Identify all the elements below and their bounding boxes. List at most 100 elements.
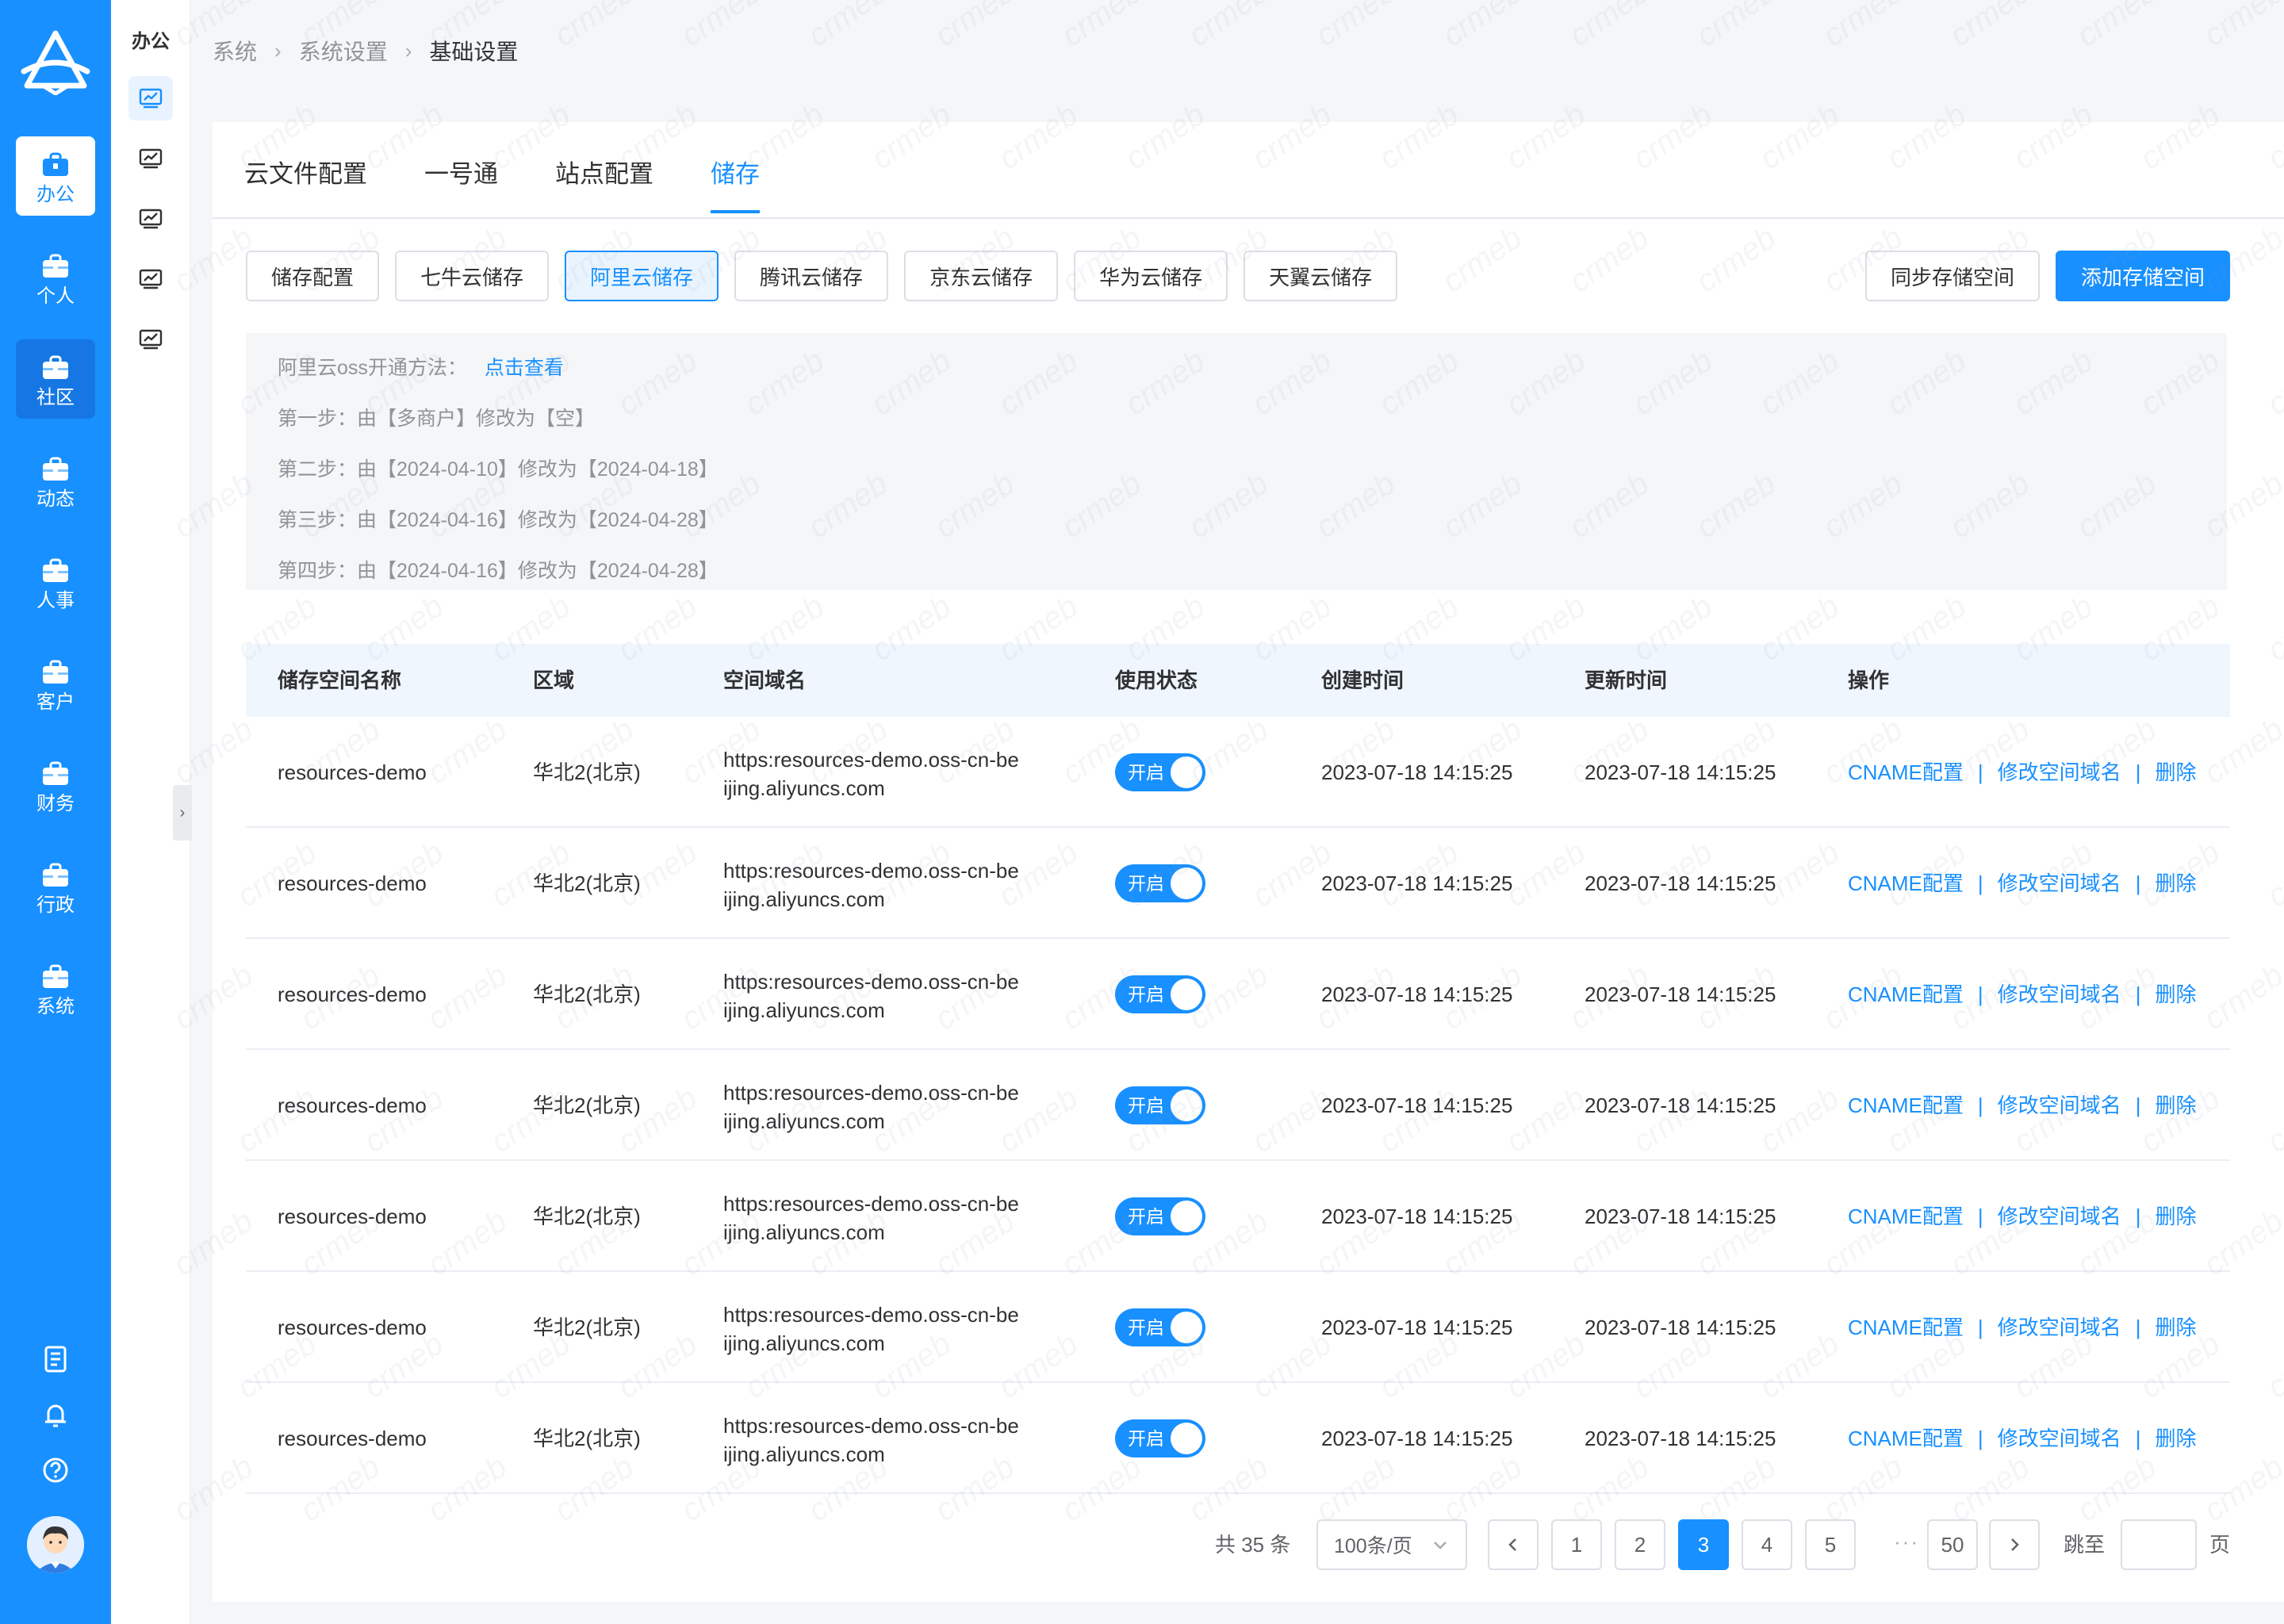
storage-provider-tab[interactable]: 华为云储存 bbox=[1074, 251, 1228, 301]
subnav-item[interactable] bbox=[128, 76, 173, 121]
breadcrumb-item[interactable]: 系统 bbox=[213, 35, 257, 67]
edit-domain-link[interactable]: 修改空间域名 bbox=[1998, 717, 2121, 828]
subnav-item[interactable] bbox=[128, 257, 173, 301]
sidebar-item[interactable]: 系统 bbox=[16, 948, 95, 1028]
help-icon[interactable] bbox=[41, 1456, 70, 1484]
column-header: 操作 bbox=[1848, 668, 1890, 692]
log-icon[interactable] bbox=[41, 1345, 70, 1373]
delete-link[interactable]: 删除 bbox=[2155, 939, 2196, 1050]
edit-domain-link[interactable]: 修改空间域名 bbox=[1998, 828, 2121, 939]
status-toggle[interactable]: 开启 bbox=[1115, 975, 1205, 1013]
storage-provider-tab[interactable]: 储存配置 bbox=[246, 251, 380, 301]
watermark-text: crmeb bbox=[2198, 0, 2284, 53]
table-row: resources-demo 华北2(北京) https:resources-dem… bbox=[246, 939, 2230, 1050]
storage-provider-tab[interactable]: 京东云储存 bbox=[904, 251, 1059, 301]
page-button[interactable]: 4 bbox=[1742, 1519, 1792, 1570]
page-button[interactable]: 1 bbox=[1551, 1519, 1602, 1570]
sidebar-item[interactable]: 人事 bbox=[16, 542, 95, 622]
sidebar-item-label: 人事 bbox=[36, 590, 75, 611]
bucket-name: resources-demo bbox=[278, 1316, 427, 1339]
page-button[interactable]: 2 bbox=[1615, 1519, 1665, 1570]
subnav-item[interactable] bbox=[128, 317, 173, 362]
delete-link[interactable]: 删除 bbox=[2155, 1272, 2196, 1383]
bucket-domain: https:resources-demo.oss-cn-be ijing.aliy… bbox=[723, 967, 1072, 1025]
page-button[interactable]: 50 bbox=[1927, 1519, 1978, 1570]
bucket-name: resources-demo bbox=[278, 1427, 427, 1450]
tip-step: 第二步：由【2024-04-10】修改为【2024-04-18】 bbox=[278, 458, 719, 481]
delete-link[interactable]: 删除 bbox=[2155, 1383, 2196, 1494]
edit-domain-link[interactable]: 修改空间域名 bbox=[1998, 1050, 2121, 1161]
bucket-domain: https:resources-demo.oss-cn-be ijing.aliy… bbox=[723, 1078, 1072, 1136]
bucket-domain-line: ijing.aliyuncs.com bbox=[723, 776, 885, 800]
toggle-knob bbox=[1171, 1201, 1202, 1232]
created-time: 2023-07-18 14:15:25 bbox=[1321, 1205, 1513, 1228]
bucket-region: 华北2(北京) bbox=[533, 871, 641, 895]
watermark-text: crmeb bbox=[1944, 0, 2036, 53]
jump-page-input[interactable] bbox=[2121, 1519, 2197, 1570]
tab[interactable]: 云文件配置 bbox=[244, 154, 367, 213]
page-button[interactable]: 3 bbox=[1678, 1519, 1729, 1570]
cname-config-link[interactable]: CNAME配置 bbox=[1848, 1050, 1964, 1161]
storage-provider-tab[interactable]: 腾讯云储存 bbox=[734, 251, 889, 301]
sidebar-item-label: 社区 bbox=[36, 387, 75, 408]
status-toggle[interactable]: 开启 bbox=[1115, 1197, 1205, 1235]
tab[interactable]: 站点配置 bbox=[555, 154, 653, 213]
action-separator: | bbox=[2135, 1427, 2141, 1450]
sidebar-item[interactable]: 客户 bbox=[16, 644, 95, 723]
storage-provider-tab[interactable]: 七牛云储存 bbox=[395, 251, 550, 301]
status-toggle[interactable]: 开启 bbox=[1115, 1419, 1205, 1457]
cname-config-link[interactable]: CNAME配置 bbox=[1848, 1272, 1964, 1383]
edit-domain-link[interactable]: 修改空间域名 bbox=[1998, 1272, 2121, 1383]
cname-config-link[interactable]: CNAME配置 bbox=[1848, 1383, 1964, 1494]
status-toggle[interactable]: 开启 bbox=[1115, 1308, 1205, 1346]
page-button[interactable]: 5 bbox=[1805, 1519, 1856, 1570]
storage-provider-tab[interactable]: 天翼云储存 bbox=[1244, 251, 1398, 301]
row-actions: CNAME配置 | 修改空间域名 | 删除 bbox=[1848, 1050, 2196, 1161]
column-header: 使用状态 bbox=[1115, 668, 1198, 692]
cname-config-link[interactable]: CNAME配置 bbox=[1848, 828, 1964, 939]
bucket-domain-line: https:resources-demo.oss-cn-be bbox=[723, 1081, 1019, 1105]
status-toggle[interactable]: 开启 bbox=[1115, 1086, 1205, 1124]
edit-domain-link[interactable]: 修改空间域名 bbox=[1998, 939, 2121, 1050]
add-storage-button[interactable]: 添加存储空间 bbox=[2056, 251, 2230, 301]
sidebar-item[interactable]: 动态 bbox=[16, 441, 95, 520]
sidebar-item[interactable]: 财务 bbox=[16, 745, 95, 825]
created-time: 2023-07-18 14:15:25 bbox=[1321, 871, 1513, 895]
pagination-ellipsis[interactable]: ··· bbox=[1881, 1519, 1932, 1570]
status-toggle-label: 开启 bbox=[1128, 984, 1164, 1005]
next-page-button[interactable] bbox=[1989, 1519, 2040, 1570]
main-tabs: 云文件配置 一号通 站点配置 储存 bbox=[244, 154, 760, 213]
sidebar-item[interactable]: 行政 bbox=[16, 847, 95, 926]
breadcrumb-item[interactable]: 系统设置 bbox=[299, 35, 388, 67]
tab[interactable]: 一号通 bbox=[424, 154, 498, 213]
user-avatar[interactable] bbox=[27, 1516, 84, 1573]
edit-domain-link[interactable]: 修改空间域名 bbox=[1998, 1161, 2121, 1272]
delete-link[interactable]: 删除 bbox=[2155, 1161, 2196, 1272]
page-size-select[interactable]: 100条/页 bbox=[1316, 1519, 1467, 1570]
edit-domain-link[interactable]: 修改空间域名 bbox=[1998, 1383, 2121, 1494]
view-guide-link[interactable]: 点击查看 bbox=[485, 357, 564, 379]
row-actions: CNAME配置 | 修改空间域名 | 删除 bbox=[1848, 1161, 2196, 1272]
status-toggle[interactable]: 开启 bbox=[1115, 753, 1205, 791]
sidebar-item[interactable]: 办公 bbox=[16, 136, 95, 216]
column-header: 储存空间名称 bbox=[278, 668, 402, 692]
bell-icon[interactable] bbox=[41, 1400, 70, 1429]
delete-link[interactable]: 删除 bbox=[2155, 717, 2196, 828]
subnav-item[interactable] bbox=[128, 136, 173, 181]
subnav-item[interactable] bbox=[128, 197, 173, 241]
sync-storage-button[interactable]: 同步存储空间 bbox=[1865, 251, 2040, 301]
sidebar-item[interactable]: 个人 bbox=[16, 238, 95, 317]
created-time: 2023-07-18 14:15:25 bbox=[1321, 1316, 1513, 1339]
tab[interactable]: 储存 bbox=[711, 154, 760, 213]
delete-link[interactable]: 删除 bbox=[2155, 1050, 2196, 1161]
status-toggle[interactable]: 开启 bbox=[1115, 864, 1205, 902]
storage-provider-tab[interactable]: 阿里云储存 bbox=[565, 251, 719, 301]
delete-link[interactable]: 删除 bbox=[2155, 828, 2196, 939]
collapse-toggle[interactable]: › bbox=[173, 785, 192, 841]
prev-page-button[interactable] bbox=[1488, 1519, 1539, 1570]
cname-config-link[interactable]: CNAME配置 bbox=[1848, 1161, 1964, 1272]
cname-config-link[interactable]: CNAME配置 bbox=[1848, 939, 1964, 1050]
cname-config-link[interactable]: CNAME配置 bbox=[1848, 717, 1964, 828]
sidebar-item[interactable]: 社区 bbox=[16, 339, 95, 419]
bucket-region: 华北2(北京) bbox=[533, 1427, 641, 1450]
